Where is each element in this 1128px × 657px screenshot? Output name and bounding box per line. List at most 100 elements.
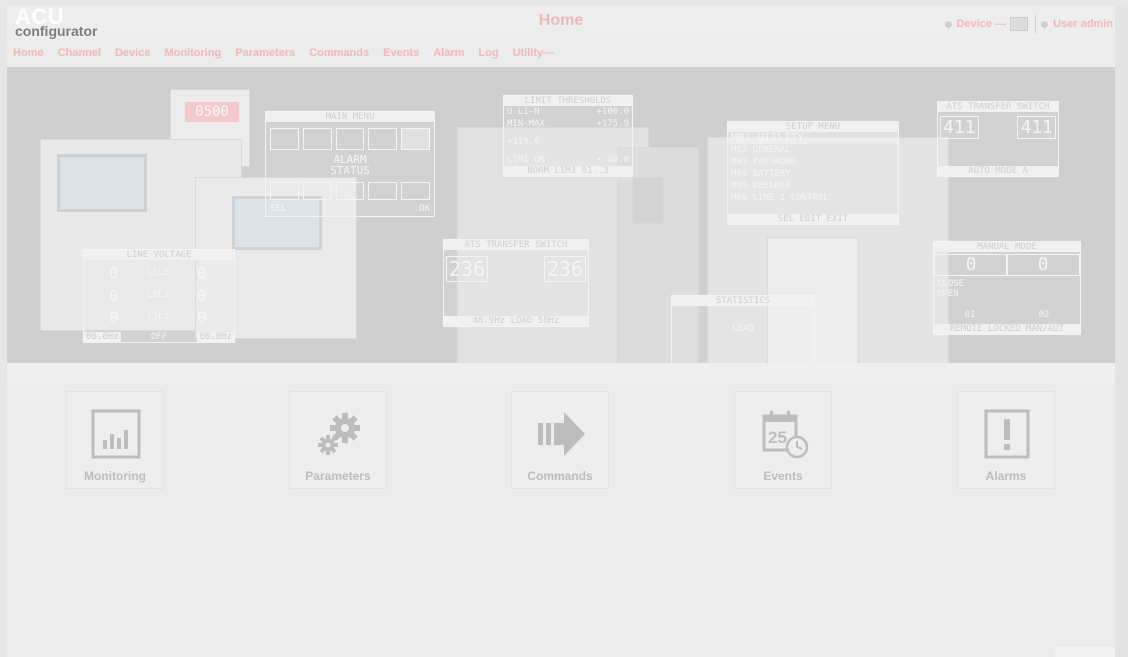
lcd-label: MIN-MAX (507, 119, 545, 129)
ats-value-right: 236 (543, 256, 586, 282)
voltage-value: 0 (109, 307, 119, 327)
app-frame: ACU configurator Home Device --- User ad… (7, 6, 1115, 657)
phase-label: L2L3 (147, 290, 169, 300)
lcd-value: +175.9 (596, 119, 629, 129)
page-title: Home (538, 12, 584, 29)
main-menu-footer-right: OK (419, 204, 430, 214)
manual-value-right: 0 (1006, 254, 1080, 276)
ats-title: ATS TRANSFER SWITCH (444, 240, 588, 250)
voltage-row: 0 L1L2 0 (84, 262, 234, 284)
voltage-value: 0 (197, 307, 207, 327)
setup-item: M05 BREAKER (731, 181, 791, 191)
bell-icon (401, 128, 430, 150)
line-voltage-display: LINE VOLTAGE 0 L1L2 0 0 L2L3 0 0 L3L1 0 (83, 249, 235, 343)
limit-thresholds-display: LIMIT THRESHOLDS U L1-N +100.0 MIN-MAX +17… (503, 95, 633, 177)
menu-icon (368, 182, 398, 200)
nav-item-monitoring[interactable]: Monitoring (157, 47, 228, 59)
nav-item-parameters[interactable]: Parameters (228, 47, 302, 59)
statistics-display: STATISTICS LOAD (671, 295, 815, 363)
manual-value-left: 0 (934, 254, 1008, 276)
menu-icon (335, 182, 365, 200)
voltage-value: 0 (109, 285, 119, 305)
ats-footer: 48.9Hz LOAD 50Hz (444, 316, 588, 326)
nav-item-alarm[interactable]: Alarm (426, 47, 471, 59)
device-status-dot (944, 20, 952, 28)
nav-item-events[interactable]: Events (376, 47, 426, 59)
menu-icon (368, 128, 398, 150)
cabinet-panel (632, 177, 664, 224)
lcd-label: LIM1 ON (507, 155, 545, 165)
nav-item-home[interactable]: Home (7, 47, 51, 59)
setup-item: M02 GENERAL (731, 145, 791, 155)
tile-events[interactable]: 25 Events (734, 391, 832, 489)
lcd-value: + 40.0 (596, 155, 629, 165)
tile-alarms[interactable]: Alarms (957, 391, 1055, 489)
tile-label: Commands (527, 469, 593, 483)
device-label[interactable]: Device --- (957, 18, 1007, 30)
lcd-row: MIN-MAX +175.9 (504, 118, 632, 130)
statistics-mid: LOAD (732, 324, 754, 334)
nav-item-device[interactable]: Device (108, 47, 157, 59)
user-label[interactable]: User admin (1053, 18, 1113, 30)
nav-item-commands[interactable]: Commands (302, 47, 376, 59)
tile-monitoring[interactable]: Monitoring (66, 391, 164, 489)
divider-strip (7, 363, 1115, 383)
setup-item: M01 UTILITY (728, 132, 898, 144)
status-area: Device --- User admin (944, 15, 1113, 33)
limit-thresholds-footer: NORM LIM1 01..3 (504, 166, 632, 176)
main-menu-icons-row2 (270, 182, 430, 200)
menu-icon (302, 128, 332, 150)
tile-parameters[interactable]: Parameters (289, 391, 387, 489)
setup-item: M04 BATTERY (731, 169, 791, 179)
manual-mode-title: MANUAL MODE (934, 242, 1080, 252)
menu-icon (335, 128, 365, 150)
line-voltage-footer: 00.0Hz OFF 00.0Hz (84, 332, 234, 342)
limit-thresholds-title: LIMIT THRESHOLDS (504, 96, 632, 106)
gears-icon (318, 413, 360, 455)
alarm-exclamation-icon (984, 409, 1030, 459)
voltage-row: 0 L2L3 0 (84, 284, 234, 306)
lcd-label: U L1-N (507, 107, 540, 117)
ats-value-left: 236 (446, 256, 489, 282)
user-status-dot (1041, 20, 1049, 28)
lcd-row: LIM1 ON + 40.0 (504, 154, 632, 166)
setup-menu-display: SETUP MENU M01 UTILITY M02 GENERAL M03 P… (727, 121, 899, 225)
phase-label: L3L1 (147, 312, 169, 322)
logo: ACU configurator (11, 6, 121, 40)
setup-item: M06 LINE 1 CONTROL (731, 193, 829, 203)
main-nav: Home Channel Device Monitoring Parameter… (7, 40, 1115, 66)
main-menu-display: MAIN MENU ALARM STATUS SEL OK (265, 111, 435, 217)
arrow-right-icon (538, 412, 585, 456)
phase-label: L1L2 (147, 268, 169, 278)
tile-commands[interactable]: Commands (511, 391, 609, 489)
nav-item-utility[interactable]: Utility— (506, 47, 562, 59)
setup-menu-footer: SEL EDIT EXIT (728, 214, 898, 224)
voltage-value: 0 (197, 263, 207, 283)
menu-icon (302, 182, 332, 200)
nav-item-channel[interactable]: Channel (51, 47, 108, 59)
ats-value-left: 411 (940, 116, 979, 139)
menu-icon (270, 128, 299, 150)
lcd-value: +100.0 (596, 107, 629, 117)
divider (1035, 15, 1037, 33)
voltage-value: 0 (109, 263, 119, 283)
tile-label: Events (763, 469, 803, 483)
nav-item-log[interactable]: Log (471, 47, 505, 59)
svg-text:25: 25 (768, 428, 787, 447)
ats-display-mid: ATS TRANSFER SWITCH 236 236 48.9Hz LOAD … (443, 239, 589, 327)
freq-right: 00.0Hz (197, 332, 234, 342)
statistics-title: STATISTICS (672, 296, 814, 306)
tile-label: Monitoring (84, 469, 146, 483)
manual-d2: 02 (1038, 310, 1050, 320)
main-menu-title: MAIN MENU (266, 112, 434, 122)
line-voltage-rows: 0 L1L2 0 0 L2L3 0 0 L3L1 0 (84, 262, 234, 328)
logo-configurator: configurator (15, 23, 98, 39)
ats-footer: AUTO MODE A (938, 166, 1058, 176)
manual-mode-display: MANUAL MODE 0 0 CLOSE OPEN 0I 02 REMOTE … (933, 241, 1081, 335)
lcd-row: U L1-N +100.0 (504, 106, 632, 118)
header: ACU configurator Home Device --- User ad… (7, 6, 1115, 40)
footer-control[interactable] (1055, 647, 1115, 657)
manual-d1: 0I (964, 310, 976, 320)
device-selector-icon[interactable] (1010, 17, 1029, 31)
main-menu-footer-left: SEL (270, 204, 287, 214)
